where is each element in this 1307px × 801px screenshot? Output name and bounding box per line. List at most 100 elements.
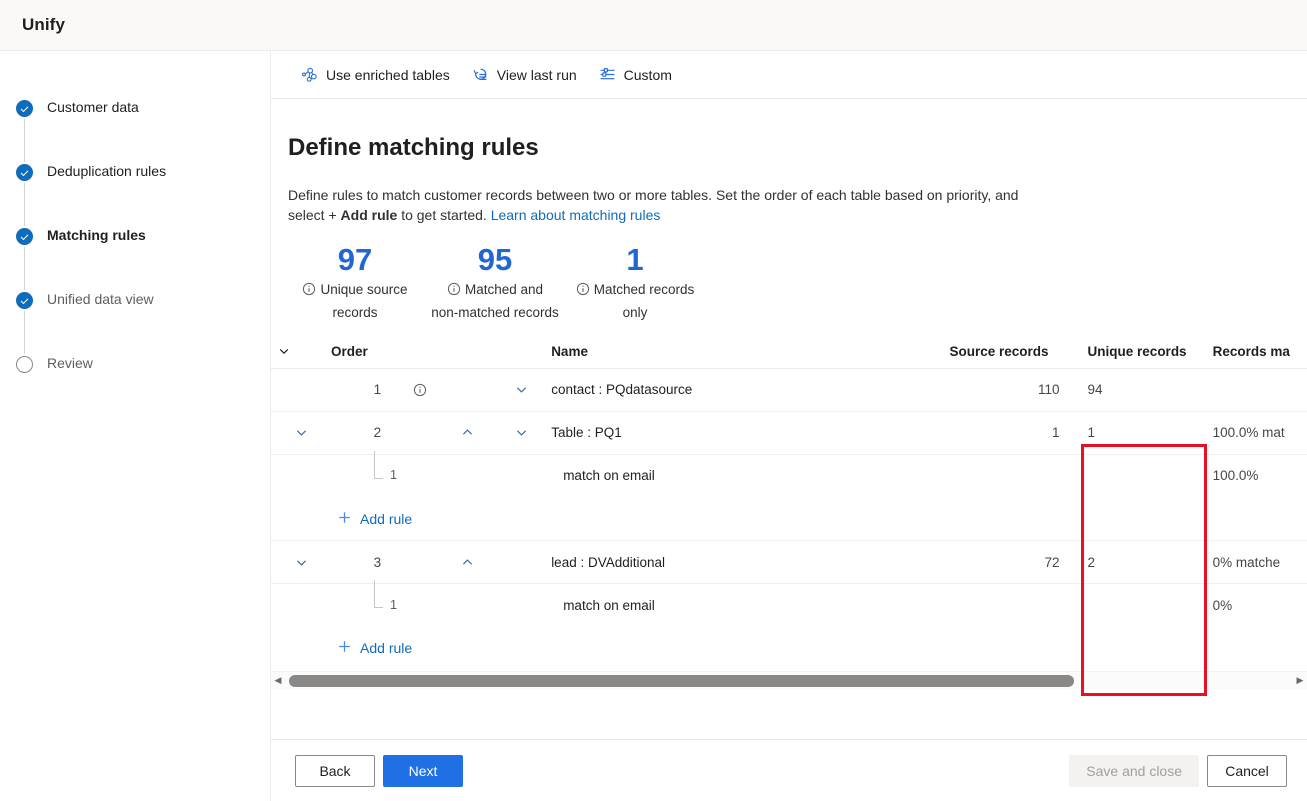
stat-label-line1: Unique source [289, 279, 421, 302]
scrollbar-track[interactable] [285, 674, 1293, 687]
column-header-expand-all[interactable] [271, 335, 332, 369]
rule-spacer-b [443, 584, 491, 627]
rule-spacer-c [491, 454, 551, 497]
scroll-left-arrow-icon[interactable]: ◀ [271, 675, 285, 686]
chevron-down-icon[interactable] [508, 377, 534, 403]
chevron-up-icon[interactable] [454, 420, 480, 446]
back-button[interactable]: Back [295, 754, 375, 787]
add-rule-row[interactable]: Add rule [271, 627, 1307, 670]
rule-index-cell: 1 [331, 580, 397, 627]
row-records-matched [1200, 368, 1307, 412]
table-header: Order Name Source records Unique records… [271, 335, 1307, 369]
tree-branch-icon [366, 580, 392, 620]
step-status-done-icon [16, 100, 33, 117]
sidebar-item-deduplication-rules[interactable]: Deduplication rules [0, 162, 270, 226]
stat-matched-records-only: 1 Matched records only [565, 241, 705, 323]
column-header-name[interactable]: Name [551, 335, 950, 369]
row-source-records: 110 [949, 368, 1076, 412]
sidebar-item-review[interactable]: Review [0, 354, 270, 418]
add-rule-button[interactable]: Add rule [333, 635, 416, 661]
row-source-records: 72 [949, 540, 1076, 584]
info-icon[interactable] [302, 281, 316, 302]
rule-source-records [949, 454, 1075, 497]
column-header-unique-records[interactable]: Unique records [1075, 335, 1201, 369]
rule-unique-records [1076, 454, 1201, 497]
row-unique-records: 2 [1075, 540, 1201, 584]
table-row[interactable]: 3 lead : DVAdditional 72 2 0% matche [271, 540, 1307, 584]
horizontal-scrollbar[interactable]: ◀ ▶ [271, 671, 1307, 689]
rule-records-matched: 0% [1212, 597, 1233, 613]
row-unique-records: 94 [1075, 368, 1201, 412]
table-row[interactable]: 1 contact: PQdatasource 110 94 [271, 368, 1307, 412]
row-expand-cell [271, 540, 332, 584]
row-name: lead : DVAdditional [551, 540, 950, 584]
table-body: 1 contact: PQdatasource 110 94 2 Table … [271, 368, 1307, 670]
page-title: Define matching rules [288, 134, 539, 161]
next-button[interactable]: Next [383, 754, 463, 787]
wizard-footer: Back Next Save and close Cancel [271, 739, 1307, 801]
command-label: View last run [496, 66, 577, 83]
row-info-cell [397, 368, 444, 412]
matching-rules-table: Order Name Source records Unique records… [271, 335, 1307, 670]
custom-button[interactable]: Custom [589, 60, 682, 89]
stat-label-line2: non-matched records [431, 305, 559, 320]
add-rule-row[interactable]: Add rule [271, 497, 1307, 540]
chevron-down-icon[interactable] [288, 420, 314, 446]
scrollbar-thumb[interactable] [289, 674, 1074, 687]
info-icon[interactable] [447, 281, 461, 302]
rule-spacer-a [397, 584, 443, 627]
sidebar-item-unified-data-view[interactable]: Unified data view [0, 290, 270, 354]
add-rule-cell: Add rule [331, 627, 1307, 670]
info-icon[interactable] [576, 281, 590, 302]
rule-unique-records [1076, 584, 1201, 627]
column-header-order[interactable]: Order [331, 335, 552, 369]
column-header-source-records[interactable]: Source records [949, 335, 1076, 369]
rule-row[interactable]: 1 match on email 100.0% [271, 450, 1307, 497]
row-move-down-cell [491, 540, 552, 584]
command-label: Custom [623, 66, 672, 83]
view-last-run-button[interactable]: View last run [462, 60, 587, 89]
rule-name: match on email [563, 468, 655, 484]
row-expand-cell [271, 368, 332, 412]
stat-value: 95 [477, 242, 513, 277]
plus-icon [337, 639, 352, 657]
rule-row[interactable]: 1 match on email 0% [271, 580, 1307, 627]
rule-expand-cell [271, 454, 331, 497]
rule-index-cell: 1 [331, 450, 397, 497]
rule-spacer-c [491, 584, 551, 627]
column-header-records-matched[interactable]: Records ma [1200, 335, 1307, 369]
sidebar-item-label: Deduplication rules [47, 163, 167, 179]
step-status-done-icon [16, 292, 33, 309]
chevron-up-icon[interactable] [454, 549, 480, 575]
learn-about-matching-rules-link[interactable]: Learn about matching rules [491, 207, 661, 223]
main-body: Customer data Deduplication rules Matchi… [0, 51, 1307, 801]
chevron-down-icon[interactable] [288, 549, 314, 575]
scroll-right-arrow-icon[interactable]: ▶ [1293, 675, 1307, 686]
chevron-down-icon[interactable] [271, 338, 297, 364]
plus-icon [337, 510, 352, 528]
table-header-row: Order Name Source records Unique records… [271, 335, 1307, 369]
row-info-cell [397, 540, 444, 584]
info-icon[interactable] [407, 377, 433, 403]
command-bar: Use enriched tables View last run Custom [271, 51, 1307, 99]
row-name: Table : PQ1 [551, 411, 950, 455]
sidebar-item-customer-data[interactable]: Customer data [0, 98, 270, 162]
row-order: 1 [331, 368, 398, 412]
description-bold: Add rule [340, 207, 398, 223]
tree-branch-icon [366, 450, 392, 491]
add-rule-label: Add rule [360, 510, 413, 527]
cancel-button[interactable]: Cancel [1207, 754, 1287, 787]
row-name: contact : PQdatasource [551, 368, 950, 412]
step-connector-3 [24, 247, 25, 290]
chevron-down-icon[interactable] [508, 420, 534, 446]
add-rule-button[interactable]: Add rule [333, 506, 416, 532]
sidebar-item-matching-rules[interactable]: Matching rules [0, 226, 270, 290]
step-status-pending-icon [16, 356, 33, 373]
use-enriched-tables-button[interactable]: Use enriched tables [291, 60, 460, 89]
step-connector-1 [24, 119, 25, 162]
table-row[interactable]: 2 Table: PQ1 1 1 100.0% mat [271, 411, 1307, 455]
stat-value: 97 [337, 242, 373, 277]
save-and-close-button[interactable]: Save and close [1069, 754, 1199, 787]
sidebar-item-label: Matching rules [47, 227, 146, 243]
matching-rules-table-wrapper: Order Name Source records Unique records… [271, 335, 1307, 670]
